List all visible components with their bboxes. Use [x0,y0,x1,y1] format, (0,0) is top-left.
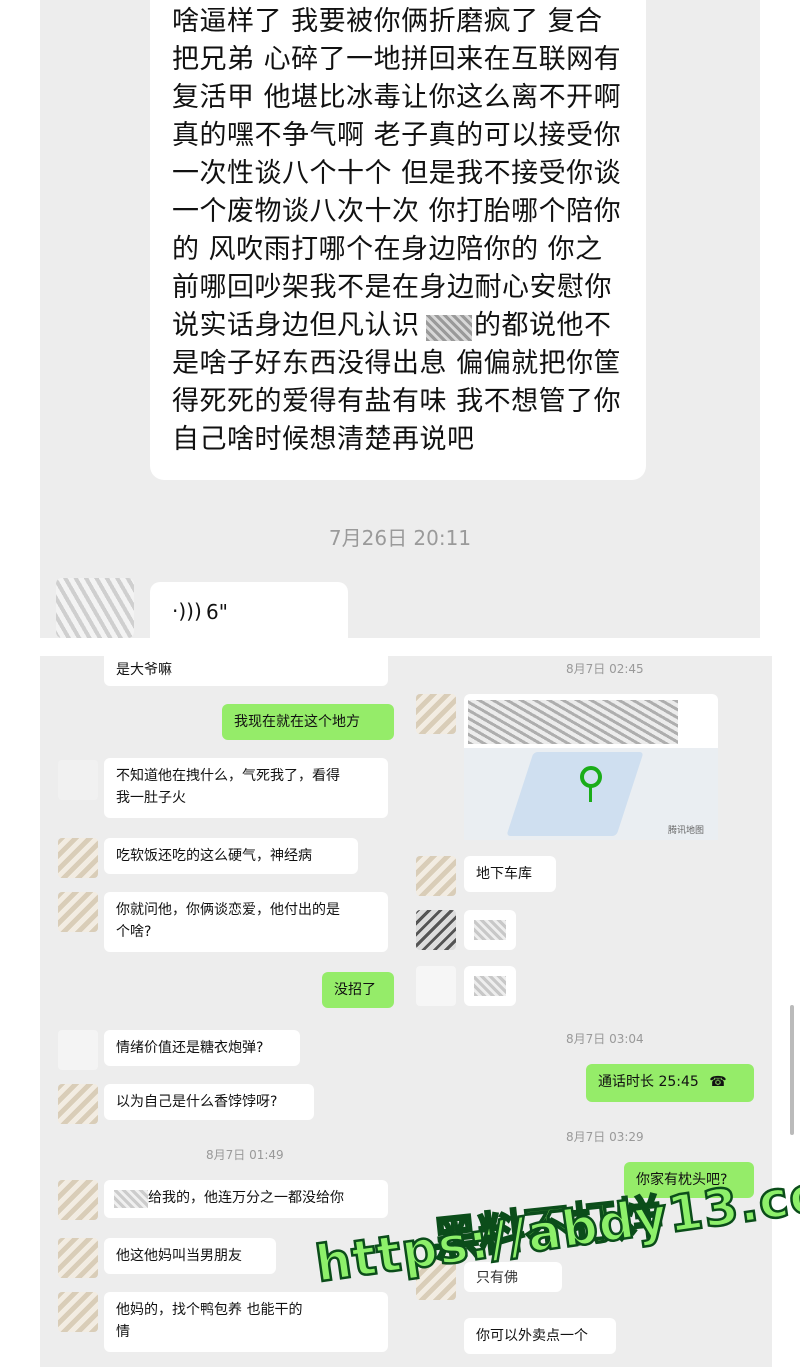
message-bubble[interactable]: 以为自己是什么香饽饽呀? [104,1084,314,1120]
timestamp: 8月7日 02:45 [566,662,644,676]
message-line: 前哪回吵架我不是在身边耐心安慰你 [172,272,612,303]
message-line: 啥逼样了 我要被你俩折磨疯了 复合 [172,6,603,37]
censored-address-blur [468,700,678,744]
avatar[interactable] [58,1238,98,1278]
avatar[interactable] [58,1292,98,1332]
message-line: 个啥? [116,924,152,940]
message-line: 不知道他在拽什么，气死我了，看得 [116,768,340,784]
avatar[interactable] [56,578,134,638]
avatar[interactable] [58,1084,98,1124]
avatar[interactable] [58,1030,98,1070]
message-bubble-sent[interactable]: 没招了 [322,972,394,1008]
message-line: 他妈的，找个鸭包养 也能干的 [116,1302,303,1318]
call-record-bubble[interactable]: 通话时长 25:45 ☎ [586,1064,754,1102]
message-bubble[interactable]: 你可以外卖点一个 [464,1318,616,1354]
message-bubble-sent[interactable]: 我现在就在这个地方 [222,704,394,740]
timestamp: 8月7日 01:49 [206,1148,284,1162]
message-line: 复活甲 他堪比冰毒让你这么离不开啊 [172,82,622,113]
message-line: 我一肚子火 [116,790,186,806]
message-line: 把兄弟 心碎了一地拼回来在互联网有 [172,44,622,75]
message-bubble[interactable]: 他妈的，找个鸭包养 也能干的 情 [104,1292,388,1352]
message-line: 你就问他，你俩谈恋爱，他付出的是 [116,902,340,918]
avatar[interactable] [58,1180,98,1220]
message-bubble[interactable]: 吃软饭还吃的这么硬气，神经病 [104,838,358,874]
message-line: 得死死的爱得有盐有味 我不想管了你 [172,386,622,417]
censored-message-blur[interactable] [464,966,516,1006]
location-pin-icon [580,766,602,788]
voice-duration: 6" [206,600,228,624]
timestamp: 7月26日 20:11 [328,526,472,550]
voice-wave-icon: ·))) [172,599,202,623]
message-bubble[interactable]: 不知道他在拽什么，气死我了，看得 我一肚子火 [104,758,388,818]
message-line: 的 风吹雨打哪个在身边陪你的 你之 [172,234,603,265]
avatar[interactable] [58,838,98,878]
timestamp: 8月7日 03:29 [566,1130,644,1144]
phone-hangup-icon: ☎ [709,1074,727,1090]
scrollbar[interactable] [790,1005,794,1135]
message-bubble[interactable]: 地下车库 [464,856,556,892]
map-provider-label: 腾讯地图 [668,826,705,836]
message-bubble[interactable]: 情绪价值还是糖衣炮弹? [104,1030,300,1066]
message-line: 一次性谈八个十个 但是我不接受你谈 [172,158,622,189]
message-line: 一个废物谈八次十次 你打胎哪个陪你 [172,196,622,227]
message-line-suffix: 的都说他不 [474,310,612,341]
censored-message-blur[interactable] [464,910,516,950]
avatar[interactable] [416,910,456,950]
avatar[interactable] [58,892,98,932]
message-line: 情 [116,1324,130,1340]
message-line: 是啥子好东西没得出息 偏偏就把你筐 [172,348,622,379]
message-line: 自己啥时候想清楚再说吧 [172,424,475,455]
message-bubble[interactable]: 是大爷嘛 [104,652,388,686]
censored-name-blur [426,315,472,341]
call-duration: 通话时长 25:45 [598,1074,699,1090]
timestamp: 8月7日 03:04 [566,1032,644,1046]
location-pin-stem [589,786,592,802]
message-line: 真的嘿不争气啊 老子真的可以接受你 [172,120,622,151]
avatar[interactable] [416,694,456,734]
message-line: 说实话身边但凡认识 [172,310,420,341]
avatar[interactable] [416,966,456,1006]
avatar[interactable] [416,856,456,896]
message-bubble[interactable]: 他这他妈叫当男朋友 [104,1238,276,1274]
message-bubble[interactable]: 你就问他，你俩谈恋爱，他付出的是 个啥? [104,892,388,952]
avatar[interactable] [58,760,98,800]
censored-name-blur [114,1190,148,1208]
